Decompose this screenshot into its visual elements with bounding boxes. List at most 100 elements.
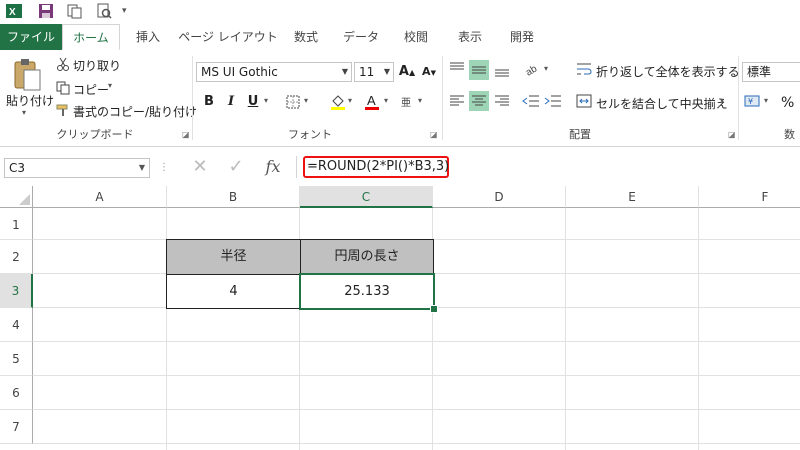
align-right-icon[interactable] — [493, 92, 511, 110]
tab-formulas[interactable]: 数式 — [286, 24, 326, 50]
clipboard-dialog-launcher-icon[interactable]: ◪ — [182, 130, 190, 139]
paste-button[interactable]: 貼り付け — [6, 92, 54, 109]
save-icon[interactable] — [38, 3, 54, 19]
copy-button[interactable]: コピー — [73, 81, 109, 98]
cell-b3[interactable]: 4 — [166, 274, 301, 309]
align-center-icon[interactable] — [469, 91, 489, 111]
svg-text:亜: 亜 — [401, 98, 411, 109]
font-dialog-launcher-icon[interactable]: ◪ — [430, 130, 438, 139]
currency-dropdown-icon[interactable]: ▾ — [764, 96, 768, 105]
borders-dropdown-icon[interactable]: ▾ — [304, 96, 308, 105]
borders-icon[interactable] — [286, 95, 300, 109]
formula-separator — [296, 156, 297, 178]
column-header-d[interactable]: D — [433, 186, 566, 208]
fill-color-dropdown-icon[interactable]: ▾ — [348, 96, 352, 105]
formula-bar-grip-icon[interactable]: ⋮ — [159, 158, 169, 178]
number-format-combo[interactable]: 標準 — [742, 62, 800, 82]
wrap-text-button[interactable]: 折り返して全体を表示する — [596, 63, 740, 80]
chevron-down-icon: ▼ — [341, 67, 349, 76]
ribbon: 貼り付け ▾ 切り取り コピー ▾ 書式のコピー/貼り付け クリップボード ◪ … — [0, 50, 800, 147]
fill-handle[interactable] — [430, 305, 438, 313]
number-format-value: 標準 — [747, 65, 772, 79]
print-preview-icon[interactable] — [96, 3, 112, 19]
italic-button[interactable]: I — [222, 93, 240, 111]
row-header-7[interactable]: 7 — [0, 410, 33, 444]
copy-icon — [56, 81, 70, 95]
copy-dropdown-icon[interactable]: ▾ — [108, 81, 112, 90]
merge-center-icon — [576, 93, 592, 109]
tab-data[interactable]: データ — [336, 24, 386, 50]
bold-button[interactable]: B — [200, 93, 218, 111]
cell-b2[interactable]: 半径 — [166, 239, 301, 275]
percent-style-button[interactable]: % — [781, 95, 794, 111]
cell-c2[interactable]: 円周の長さ — [300, 239, 434, 275]
phonetic-guide-icon[interactable]: 亜 — [400, 94, 416, 110]
merge-dropdown-icon[interactable]: ▾ — [720, 96, 724, 105]
clipboard-group-label: クリップボード — [56, 128, 134, 141]
font-color-icon[interactable]: A — [364, 92, 380, 112]
decrease-font-size-icon[interactable]: A▼ — [420, 63, 438, 81]
underline-button[interactable]: U — [244, 93, 262, 111]
merge-center-button[interactable]: セルを結合して中央揃え — [596, 95, 728, 112]
alignment-dialog-launcher-icon[interactable]: ◪ — [728, 130, 736, 139]
group-separator — [442, 56, 443, 140]
orientation-icon[interactable]: ab — [524, 60, 542, 78]
phonetic-dropdown-icon[interactable]: ▾ — [418, 96, 422, 105]
align-middle-icon[interactable] — [469, 60, 489, 80]
fill-color-icon[interactable] — [330, 93, 346, 111]
cell-c3[interactable]: 25.133 — [300, 274, 434, 309]
format-painter-button[interactable]: 書式のコピー/貼り付け — [73, 103, 197, 120]
select-all-corner[interactable] — [0, 186, 33, 208]
number-group-label: 数 — [784, 128, 795, 141]
increase-font-size-icon[interactable]: A▲ — [398, 63, 416, 81]
column-header-a[interactable]: A — [33, 186, 167, 208]
row-header-2[interactable]: 2 — [0, 240, 33, 274]
currency-format-icon[interactable]: ¥ — [744, 94, 762, 110]
chevron-down-icon: ▼ — [138, 163, 145, 172]
row-header-1[interactable]: 1 — [0, 208, 33, 240]
column-header-f[interactable]: F — [699, 186, 800, 208]
paste-icon[interactable] — [12, 58, 42, 92]
align-left-icon[interactable] — [448, 92, 466, 110]
tab-view[interactable]: 表示 — [450, 24, 490, 50]
svg-text:ab: ab — [524, 63, 539, 78]
font-name-combo[interactable]: MS UI Gothic ▼ — [196, 62, 352, 82]
cut-button[interactable]: 切り取り — [73, 57, 121, 74]
name-box[interactable]: C3 ▼ — [4, 158, 150, 178]
orientation-dropdown-icon[interactable]: ▾ — [544, 64, 548, 73]
cancel-icon[interactable]: ✕ — [190, 157, 210, 177]
insert-function-icon[interactable]: fx — [262, 156, 284, 178]
align-top-icon[interactable] — [448, 60, 466, 78]
row-header-6[interactable]: 6 — [0, 376, 33, 410]
chevron-down-icon: ▼ — [383, 67, 391, 76]
enter-icon[interactable]: ✓ — [226, 157, 246, 177]
ribbon-tabs: ファイル ホーム 挿入 ページ レイアウト 数式 データ 校閲 表示 開発 — [0, 24, 800, 51]
formula-input[interactable]: =ROUND(2*PI()*B3,3) — [303, 156, 449, 178]
tab-home[interactable]: ホーム — [62, 24, 120, 50]
row-header-3[interactable]: 3 — [0, 274, 33, 308]
font-size-combo[interactable]: 11 ▼ — [354, 62, 394, 82]
increase-indent-icon[interactable] — [544, 92, 562, 110]
customize-qat-icon[interactable]: ▾ — [122, 3, 138, 19]
tab-insert[interactable]: 挿入 — [126, 24, 170, 50]
underline-dropdown-icon[interactable]: ▾ — [264, 96, 268, 105]
decrease-indent-icon[interactable] — [522, 92, 540, 110]
tab-developer[interactable]: 開発 — [502, 24, 542, 50]
row-header-5[interactable]: 5 — [0, 342, 33, 376]
tab-review[interactable]: 校閲 — [396, 24, 436, 50]
tab-file[interactable]: ファイル — [0, 24, 62, 50]
formula-bar: C3 ▼ ⋮ ✕ ✓ fx =ROUND(2*PI()*B3,3) — [0, 152, 800, 182]
align-bottom-icon[interactable] — [493, 60, 511, 78]
column-header-e[interactable]: E — [566, 186, 699, 208]
font-size-value: 11 — [359, 65, 375, 79]
tab-page-layout[interactable]: ページ レイアウト — [176, 24, 280, 50]
undo-icon[interactable] — [66, 3, 82, 19]
svg-text:X: X — [9, 7, 16, 18]
row-header-4[interactable]: 4 — [0, 308, 33, 342]
column-header-c[interactable]: C — [300, 186, 433, 208]
font-color-dropdown-icon[interactable]: ▾ — [384, 96, 388, 105]
paste-dropdown-icon[interactable]: ▾ — [22, 108, 26, 117]
column-header-b[interactable]: B — [167, 186, 300, 208]
svg-text:¥: ¥ — [748, 97, 753, 106]
format-painter-icon — [56, 103, 70, 117]
